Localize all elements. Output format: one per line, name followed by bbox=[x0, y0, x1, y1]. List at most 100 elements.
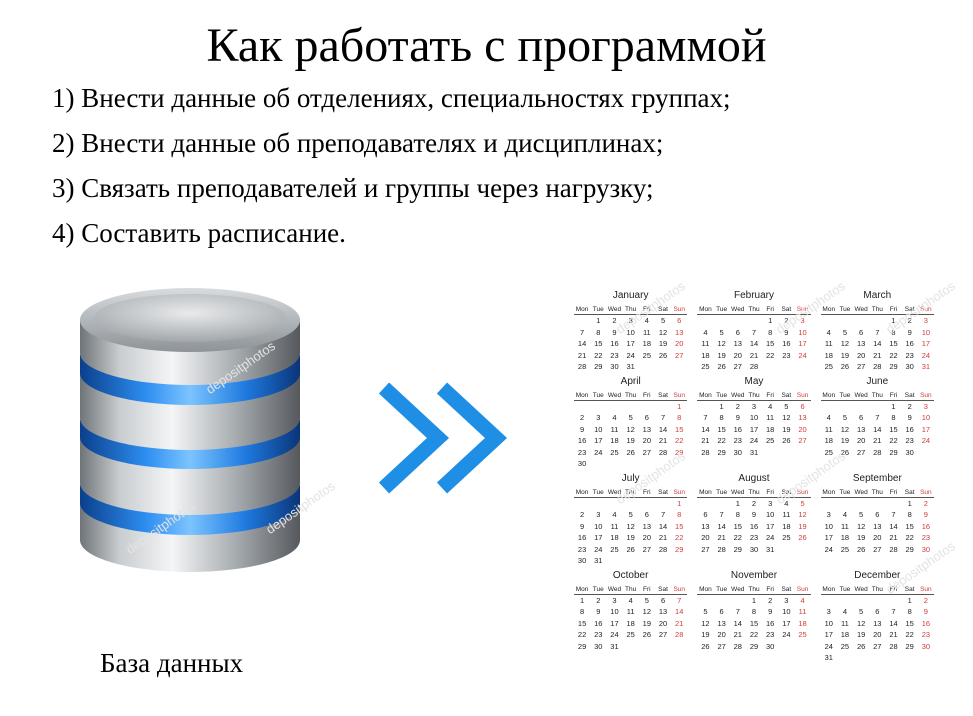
calendar-day: 1 bbox=[580, 595, 585, 605]
calendar-day: 3 bbox=[596, 413, 601, 422]
calendar-day: 15 bbox=[675, 424, 684, 434]
calendar-day: 19 bbox=[701, 630, 710, 639]
calendar-day: 14 bbox=[889, 618, 898, 628]
calendar-day: 7 bbox=[660, 413, 666, 422]
calendar-day: 18 bbox=[610, 436, 619, 445]
calendar-day: 19 bbox=[840, 436, 850, 445]
calendar-day: 31 bbox=[749, 447, 759, 457]
calendar-month: October Mon Tue Wed Thu Fri Sat Sun 1 2 3 4 5 6 7 8 9 10 1… bbox=[574, 567, 688, 664]
calendar-day: 21 bbox=[675, 618, 684, 628]
calendar-day: 26 bbox=[701, 641, 710, 651]
weekday-label: Tue bbox=[590, 584, 607, 595]
calendar-day bbox=[606, 458, 622, 470]
calendar-day: 25 bbox=[840, 641, 850, 651]
calendar-day: 14 bbox=[701, 424, 710, 434]
calendar-day bbox=[655, 361, 671, 373]
calendar-day: 17 bbox=[921, 424, 931, 434]
calendar-day: 16 bbox=[577, 436, 587, 445]
weekday-label: Sun bbox=[671, 487, 688, 498]
calendar-day: 14 bbox=[749, 339, 759, 348]
calendar-day bbox=[606, 497, 622, 509]
month-name: December bbox=[854, 569, 901, 581]
calendar-day: 25 bbox=[824, 447, 833, 457]
calendar-month: November Mon Tue Wed Thu Fri Sat Sun 1 2 3 4 5 6 7 8 9 10… bbox=[697, 567, 811, 664]
calendar-day: 5 bbox=[628, 510, 633, 519]
calendar-day: 5 bbox=[842, 327, 848, 337]
calendar-day: 21 bbox=[717, 533, 726, 542]
month-name: June bbox=[866, 375, 889, 387]
weekday-label: Sat bbox=[654, 487, 672, 498]
calendar-day bbox=[778, 544, 794, 556]
calendar-day: 28 bbox=[658, 447, 668, 457]
calendar-day: 31 bbox=[626, 362, 635, 371]
calendar-day: 25 bbox=[782, 533, 791, 542]
calendar-day bbox=[590, 400, 606, 412]
calendar-day: 5 bbox=[859, 510, 864, 519]
calendar-day: 9 bbox=[907, 413, 912, 422]
weekday-label: Sat bbox=[778, 487, 795, 498]
step-item: 2) Внести данные об преподавателях и дис… bbox=[52, 128, 664, 158]
calendar-day: 17 bbox=[824, 533, 833, 542]
calendar-day: 29 bbox=[594, 362, 603, 371]
calendar-day: 16 bbox=[905, 339, 914, 348]
calendar-day: 3 bbox=[923, 316, 928, 325]
calendar-day: 7 bbox=[719, 510, 724, 519]
month-name: April bbox=[620, 375, 641, 387]
calendar-day: 4 bbox=[826, 413, 831, 422]
weekday-label: Wed bbox=[729, 584, 746, 595]
weekday-label: Sat bbox=[901, 305, 918, 315]
calendar-day bbox=[918, 447, 934, 459]
weekday-label: Wed bbox=[729, 487, 746, 498]
calendar-day: 18 bbox=[642, 339, 652, 348]
calendar-day: 26 bbox=[626, 447, 635, 457]
calendar-icon: January Mon Tue Wed Thu Fri Sat Sun 1 2 3 4 5 6 7 8 9 10 1… bbox=[574, 287, 934, 662]
calendar-day bbox=[762, 361, 778, 373]
calendar-day: 13 bbox=[642, 521, 652, 531]
calendar-day bbox=[794, 447, 810, 459]
calendar-day: 28 bbox=[889, 544, 898, 554]
calendar-day bbox=[794, 544, 810, 556]
calendar-day bbox=[778, 447, 794, 459]
calendar-day: 22 bbox=[889, 350, 898, 360]
weekday-label: Thu bbox=[622, 584, 639, 595]
weekday-label: Tue bbox=[713, 487, 730, 498]
calendar-day bbox=[671, 361, 687, 373]
calendar-day: 8 bbox=[751, 607, 757, 616]
weekday-label: Wed bbox=[729, 390, 746, 401]
calendar-day: 26 bbox=[840, 362, 850, 371]
weekday-label: Thu bbox=[745, 487, 763, 498]
weekday-label: Wed bbox=[853, 390, 870, 401]
calendar-day: 1 bbox=[891, 401, 896, 411]
calendar-day: 8 bbox=[596, 327, 601, 337]
calendar-day: 31 bbox=[610, 641, 619, 651]
calendar-day: 7 bbox=[875, 413, 880, 422]
calendar-day: 24 bbox=[921, 350, 931, 360]
calendar-day bbox=[778, 641, 794, 653]
calendar-day: 20 bbox=[798, 424, 807, 434]
calendar-day: 16 bbox=[766, 618, 775, 628]
calendar-day: 27 bbox=[701, 544, 710, 554]
double-chevron-right-icon bbox=[378, 382, 508, 494]
database-icon bbox=[80, 288, 300, 572]
database-caption: База данных bbox=[100, 648, 244, 678]
calendar-month: April Mon Tue Wed Thu Fri Sat Sun 1 2 3 4 5 6 7 8 9 10 11 1… bbox=[574, 373, 688, 470]
calendar-day: 5 bbox=[703, 607, 708, 616]
calendar-day: 28 bbox=[658, 544, 668, 554]
calendar-day bbox=[623, 555, 639, 567]
calendar-day: 7 bbox=[660, 510, 666, 519]
calendar-day: 27 bbox=[856, 362, 866, 371]
calendar-day: 26 bbox=[642, 630, 652, 639]
month-table: Mon Tue Wed Thu Fri Sat Sun 1 2 3 4 5 6 7 8 9 10 11 12 13 14… bbox=[697, 584, 811, 653]
calendar-day: 16 bbox=[594, 618, 603, 628]
calendar-day: 22 bbox=[749, 630, 759, 639]
calendar-day: 21 bbox=[889, 533, 898, 542]
calendar-day: 12 bbox=[717, 339, 726, 348]
weekday-label: Wed bbox=[606, 305, 623, 315]
calendar-day: 23 bbox=[921, 533, 931, 542]
calendar-day: 14 bbox=[577, 339, 587, 348]
weekday-label: Sat bbox=[654, 305, 672, 315]
calendar-month: January Mon Tue Wed Thu Fri Sat Sun 1 2 3 4 5 6 7 8 9 10 1… bbox=[574, 287, 688, 373]
calendar-day: 4 bbox=[826, 327, 831, 337]
calendar-day: 10 bbox=[921, 327, 931, 337]
calendar-day: 5 bbox=[842, 413, 848, 422]
